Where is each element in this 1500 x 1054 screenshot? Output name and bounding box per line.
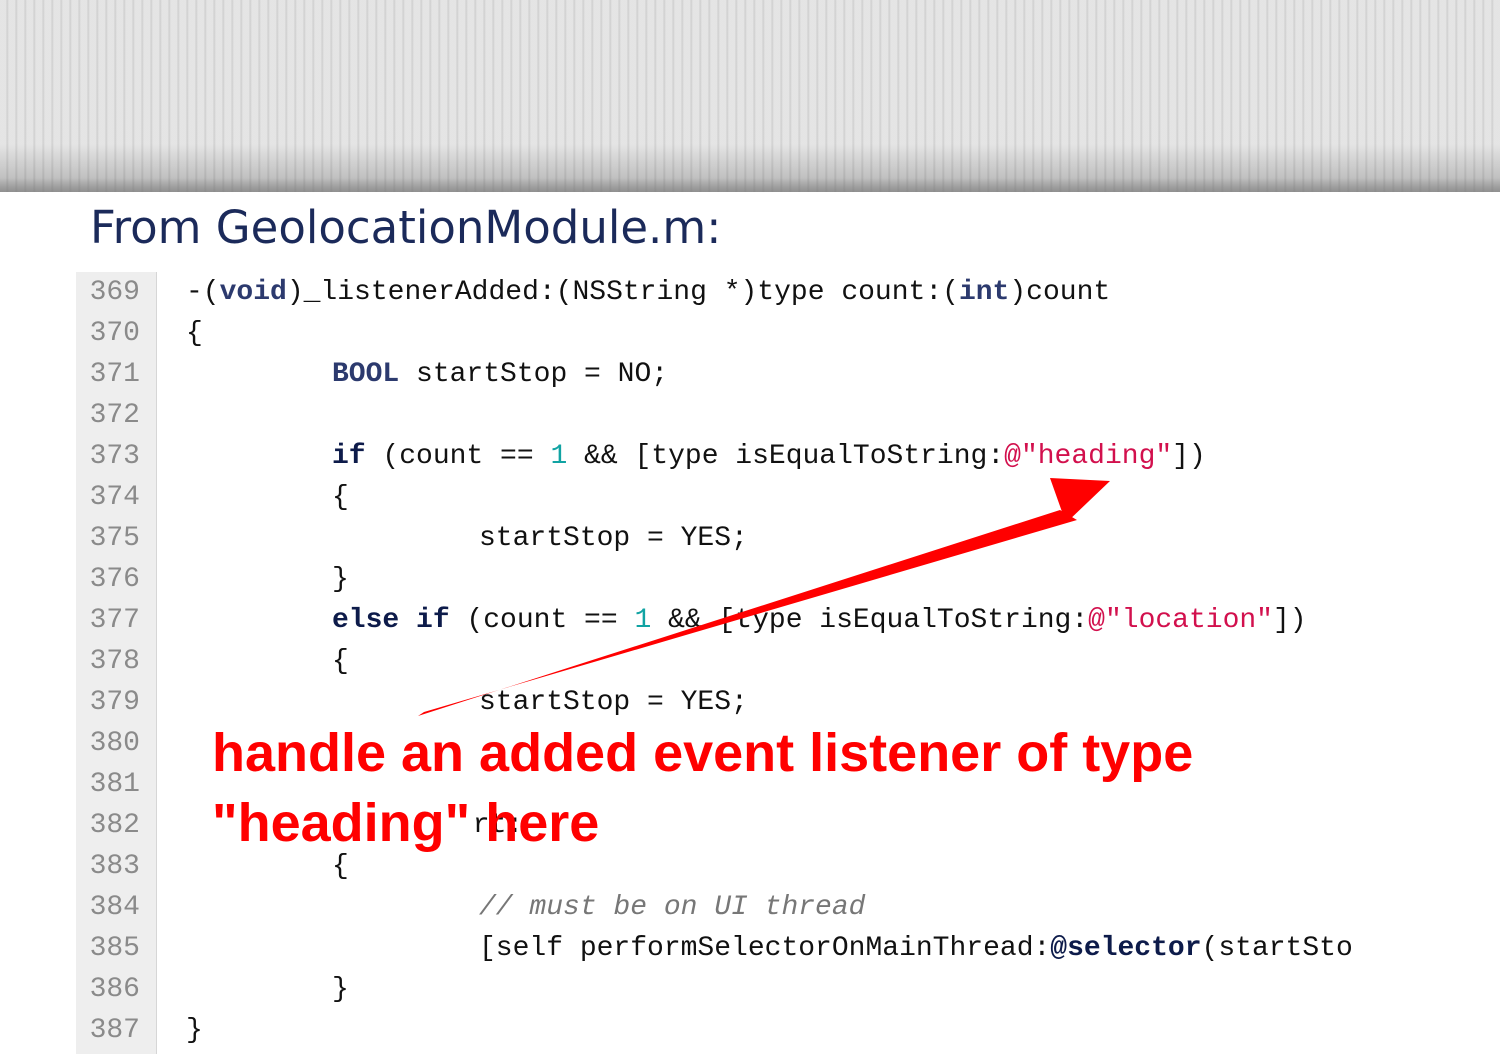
code-line-372: 372 xyxy=(76,395,1426,436)
line-number: 379 xyxy=(89,687,140,718)
code-line-385: 385 [self performSelectorOnMainThread:@s… xyxy=(76,928,1426,969)
line-code: else if (count == 1 && [type isEqualToSt… xyxy=(332,600,1307,641)
line-number: 384 xyxy=(89,892,140,923)
code-line-386: 386 } xyxy=(76,969,1426,1010)
line-code: -(void)_listenerAdded:(NSString *)type c… xyxy=(186,272,1110,313)
line-number: 385 xyxy=(89,933,140,964)
code-line-373: 373 if (count == 1 && [type isEqualToStr… xyxy=(76,436,1426,477)
code-token: (count == xyxy=(449,605,635,636)
code-line-376: 376 } xyxy=(76,559,1426,600)
code-token: { xyxy=(186,318,203,349)
code-number: 1 xyxy=(634,605,652,636)
code-token: startStop = YES; xyxy=(479,687,748,718)
line-number: 369 xyxy=(89,277,140,308)
code-token: -( xyxy=(186,277,220,308)
code-token: (startSto xyxy=(1201,933,1353,964)
line-number: 381 xyxy=(89,769,140,800)
code-keyword: @selector xyxy=(1050,933,1202,964)
slide-title: From GeolocationModule.m: xyxy=(90,201,722,254)
line-number: 380 xyxy=(89,728,140,759)
header-band-shadow xyxy=(0,178,1500,192)
line-code: if (count == 1 && [type isEqualToString:… xyxy=(332,436,1206,477)
code-line-371: 371 BOOL startStop = NO; xyxy=(76,354,1426,395)
line-number: 386 xyxy=(89,974,140,1005)
code-line-384: 384 // must be on UI thread xyxy=(76,887,1426,928)
code-string: @"location" xyxy=(1088,605,1273,636)
code-keyword: BOOL xyxy=(332,359,400,390)
code-string: @"heading" xyxy=(1004,441,1173,472)
code-line-369: 369 -(void)_listenerAdded:(NSString *)ty… xyxy=(76,272,1426,313)
line-code: { xyxy=(186,313,203,354)
line-code: [self performSelectorOnMainThread:@selec… xyxy=(479,928,1353,969)
line-number: 387 xyxy=(89,1015,140,1046)
code-line-379: 379 startStop = YES; xyxy=(76,682,1426,723)
code-keyword: int xyxy=(958,277,1010,308)
code-line-377: 377 else if (count == 1 && [type isEqual… xyxy=(76,600,1426,641)
line-code: { xyxy=(332,641,349,682)
line-number: 378 xyxy=(89,646,140,677)
code-token: } xyxy=(332,564,349,595)
code-token: [self performSelectorOnMainThread: xyxy=(479,933,1051,964)
line-number: 371 xyxy=(89,359,140,390)
annotation-callout: handle an added event listener of type "… xyxy=(212,718,1332,858)
annotation-line-1: handle an added event listener of type xyxy=(212,723,1194,783)
code-line-387: 387 } xyxy=(76,1010,1426,1051)
code-comment: // must be on UI thread xyxy=(479,892,866,923)
header-band xyxy=(0,0,1500,192)
line-code: } xyxy=(332,559,349,600)
code-token: )count xyxy=(1009,277,1111,308)
code-token: { xyxy=(332,646,349,677)
code-token: startStop = YES; xyxy=(479,523,748,554)
line-number: 376 xyxy=(89,564,140,595)
line-number: 383 xyxy=(89,851,140,882)
code-token: (count == xyxy=(365,441,551,472)
line-code: startStop = YES; xyxy=(479,682,748,723)
line-number: 374 xyxy=(89,482,140,513)
code-line-375: 375 startStop = YES; xyxy=(76,518,1426,559)
code-token: { xyxy=(332,482,349,513)
code-token: && [type isEqualToString: xyxy=(567,441,1005,472)
line-number: 372 xyxy=(89,400,140,431)
line-code: { xyxy=(332,477,349,518)
line-code: BOOL startStop = NO; xyxy=(332,354,668,395)
code-token: } xyxy=(186,1015,203,1046)
code-keyword: if xyxy=(332,441,366,472)
code-listing: 369 -(void)_listenerAdded:(NSString *)ty… xyxy=(76,272,1426,1054)
code-keyword: void xyxy=(219,277,287,308)
line-number: 382 xyxy=(89,810,140,841)
line-code: } xyxy=(186,1010,203,1051)
code-token: ]) xyxy=(1273,605,1307,636)
line-number: 377 xyxy=(89,605,140,636)
code-line-374: 374 { xyxy=(76,477,1426,518)
line-code: } xyxy=(332,969,349,1010)
annotation-line-2: "heading" here xyxy=(212,793,600,853)
code-keyword: else if xyxy=(332,605,450,636)
code-line-378: 378 { xyxy=(76,641,1426,682)
line-number: 370 xyxy=(89,318,140,349)
line-code: // must be on UI thread xyxy=(479,887,865,928)
code-token: } xyxy=(332,974,349,1005)
line-number: 373 xyxy=(89,441,140,472)
code-token: )_listenerAdded:(NSString *)type count:( xyxy=(286,277,959,308)
line-code: startStop = YES; xyxy=(479,518,748,559)
code-line-370: 370 { xyxy=(76,313,1426,354)
code-token: && [type isEqualToString: xyxy=(651,605,1089,636)
code-token: startStop = NO; xyxy=(399,359,669,390)
line-number: 375 xyxy=(89,523,140,554)
code-token: ]) xyxy=(1172,441,1206,472)
code-number: 1 xyxy=(550,441,568,472)
